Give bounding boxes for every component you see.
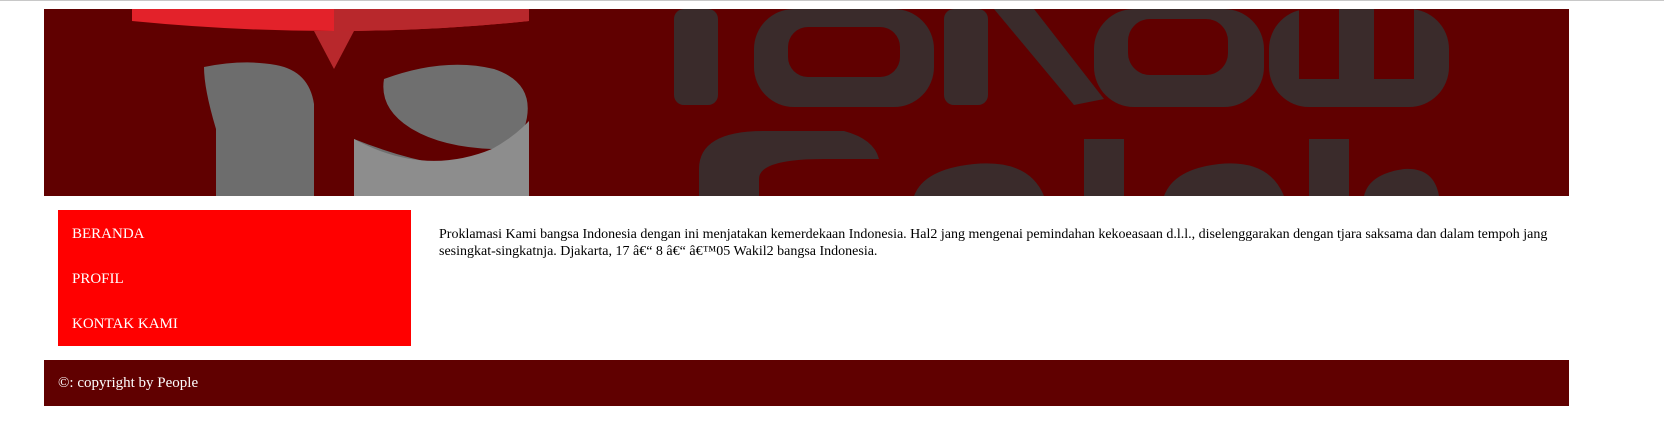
page-container: BERANDA PROFIL KONTAK KAMI Proklamasi Ka… [44,9,1569,406]
nav-item-profil[interactable]: PROFIL [58,257,411,302]
sidebar-nav: BERANDA PROFIL KONTAK KAMI [58,210,411,346]
window-top-border [0,0,1664,1]
nav-item-kontak-kami[interactable]: KONTAK KAMI [58,302,411,347]
copyright-text: ©: copyright by People [58,375,199,391]
nav-item-beranda[interactable]: BERANDA [58,212,411,257]
telkom-schools-logo [132,9,1449,196]
content-area: BERANDA PROFIL KONTAK KAMI Proklamasi Ka… [44,196,1569,360]
header-banner [44,9,1569,196]
main-article-text: Proklamasi Kami bangsa Indonesia dengan … [439,227,1548,259]
footer: ©: copyright by People [44,360,1569,406]
